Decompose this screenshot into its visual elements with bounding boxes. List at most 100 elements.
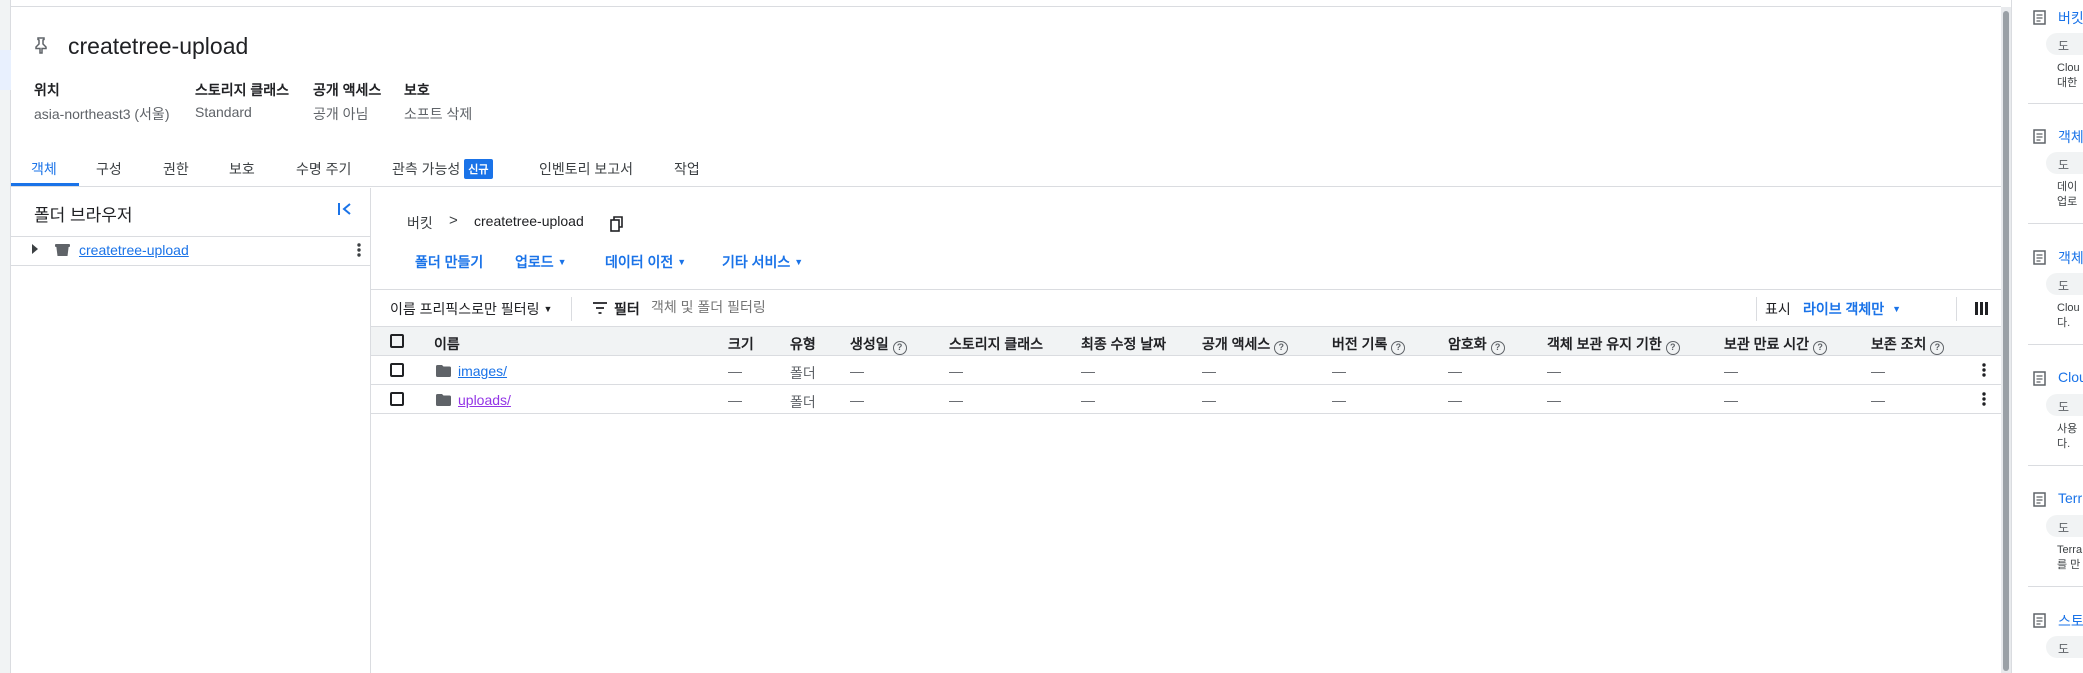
live-objects-label: 라이브 객체만 bbox=[1803, 301, 1885, 317]
doc-item-title[interactable]: Terr bbox=[2058, 490, 2082, 506]
show-label: 표시 bbox=[1765, 301, 1791, 317]
folder-icon bbox=[436, 364, 451, 377]
document-icon bbox=[2033, 371, 2046, 386]
folder-link-uploads[interactable]: uploads/ bbox=[458, 392, 511, 408]
help-icon[interactable]: ? bbox=[892, 341, 907, 355]
bucket-icon bbox=[55, 243, 70, 257]
doc-item-title[interactable]: Clou bbox=[2058, 369, 2083, 385]
table-row[interactable]: uploads/ — 폴더 — — — — — — — — — bbox=[371, 385, 2001, 414]
doc-item-desc-line: 데이 bbox=[2057, 181, 2078, 193]
documentation-panel: 버킷 도 Clou 대한 객체 도 데이업로 객체 도 Clou 다. Clou 도… bbox=[2011, 0, 2083, 673]
scrollbar-thumb[interactable] bbox=[2003, 11, 2009, 671]
document-icon bbox=[2033, 613, 2046, 628]
help-icon[interactable]: ? bbox=[1665, 341, 1680, 355]
folder-link-images[interactable]: images/ bbox=[458, 363, 507, 379]
cell-hold-expiry: — bbox=[1724, 392, 1738, 408]
copy-icon[interactable] bbox=[610, 216, 624, 232]
folder-tree-row[interactable]: createtree-upload bbox=[11, 236, 371, 266]
upload-button[interactable]: 업로드 ▼ bbox=[515, 252, 567, 272]
prefix-filter-dropdown[interactable]: 이름 프리픽스로만 필터링 ▼ bbox=[390, 299, 552, 319]
doc-divider bbox=[2028, 344, 2083, 345]
tab-objects[interactable]: 객체 bbox=[31, 159, 57, 179]
doc-item-title[interactable]: 스토 bbox=[2058, 611, 2083, 631]
cell-type: 폴더 bbox=[790, 394, 816, 410]
help-icon[interactable]: ? bbox=[1930, 341, 1945, 355]
tab-configuration[interactable]: 구성 bbox=[96, 159, 122, 179]
col-hold-expiry[interactable]: 보관 만료 시간? bbox=[1724, 334, 1828, 355]
doc-item-title[interactable]: 객체 bbox=[2058, 248, 2083, 268]
pin-icon[interactable] bbox=[34, 36, 48, 54]
doc-item-title[interactable]: 객체 bbox=[2058, 127, 2083, 147]
meta-storage-label: 스토리지 클래스 bbox=[195, 82, 290, 98]
col-modified[interactable]: 최종 수정 날짜 bbox=[1081, 334, 1166, 354]
select-all-checkbox[interactable] bbox=[390, 334, 404, 348]
col-public-access[interactable]: 공개 액세스? bbox=[1202, 334, 1289, 355]
col-hold[interactable]: 보존 조치? bbox=[1871, 334, 1945, 355]
upload-label: 업로드 bbox=[515, 254, 554, 270]
create-folder-button[interactable]: 폴더 만들기 bbox=[415, 252, 483, 272]
col-size[interactable]: 크기 bbox=[728, 334, 754, 354]
doc-item-chip: 도 bbox=[2046, 515, 2083, 537]
more-vert-icon[interactable] bbox=[1982, 362, 1986, 383]
cell-created: — bbox=[850, 363, 864, 379]
help-icon[interactable]: ? bbox=[1274, 341, 1289, 355]
top-divider bbox=[11, 6, 2001, 7]
doc-item-desc: 사용 다. bbox=[2057, 422, 2077, 452]
other-services-button[interactable]: 기타 서비스 ▼ bbox=[722, 252, 803, 272]
doc-item-desc: Clou 다. bbox=[2057, 301, 2080, 331]
meta-protection-value: 소프트 삭제 bbox=[404, 106, 473, 122]
column-divider bbox=[1956, 297, 1957, 321]
col-type[interactable]: 유형 bbox=[790, 334, 816, 354]
meta-location-value: asia-northeast3 (서울) bbox=[34, 106, 170, 122]
table-row[interactable]: images/ — 폴더 — — — — — — — — — bbox=[371, 356, 2001, 385]
col-name[interactable]: 이름 bbox=[434, 334, 460, 354]
row-checkbox[interactable] bbox=[390, 392, 404, 406]
more-vert-icon[interactable] bbox=[1982, 391, 1986, 412]
doc-item-desc-line: 다. bbox=[2057, 317, 2071, 329]
row-checkbox[interactable] bbox=[390, 363, 404, 377]
new-badge: 신규 bbox=[464, 159, 493, 179]
tab-permissions[interactable]: 권한 bbox=[163, 159, 189, 179]
cell-type: 폴더 bbox=[790, 365, 816, 381]
cell-size: — bbox=[728, 392, 742, 408]
tab-observability[interactable]: 관측 가능성 신규 bbox=[392, 159, 493, 179]
cell-created: — bbox=[850, 392, 864, 408]
doc-divider bbox=[2028, 465, 2083, 466]
more-vert-icon[interactable] bbox=[357, 242, 361, 261]
main-scrollbar[interactable] bbox=[2001, 7, 2011, 673]
cell-encryption: — bbox=[1448, 363, 1462, 379]
document-icon bbox=[2033, 492, 2046, 507]
cell-size: — bbox=[728, 363, 742, 379]
folder-icon bbox=[436, 393, 451, 406]
breadcrumb-root[interactable]: 버킷 bbox=[407, 213, 433, 233]
doc-item-desc: 데이 업로 bbox=[2057, 180, 2077, 210]
column-display-icon[interactable] bbox=[1975, 302, 1988, 320]
cell-hold: — bbox=[1871, 392, 1885, 408]
transfer-label: 데이터 이전 bbox=[605, 254, 674, 270]
col-version-history[interactable]: 버전 기록? bbox=[1332, 334, 1406, 355]
col-storage-class[interactable]: 스토리지 클래스 bbox=[949, 334, 1043, 354]
help-icon[interactable]: ? bbox=[1391, 341, 1406, 355]
page-title: createtree-upload bbox=[68, 33, 249, 59]
tab-inventory-reports[interactable]: 인벤토리 보고서 bbox=[539, 159, 633, 179]
col-retention-until[interactable]: 객체 보관 유지 기한? bbox=[1547, 334, 1680, 355]
tab-operations[interactable]: 작업 bbox=[674, 159, 700, 179]
folder-tree-bucket-link[interactable]: createtree-upload bbox=[79, 242, 189, 258]
tab-lifecycle[interactable]: 수명 주기 bbox=[296, 159, 351, 179]
col-encryption[interactable]: 암호화? bbox=[1448, 334, 1505, 355]
expand-arrow-icon[interactable] bbox=[31, 243, 39, 258]
tab-protection[interactable]: 보호 bbox=[229, 159, 255, 179]
doc-item-title[interactable]: 버킷 bbox=[2058, 8, 2083, 28]
other-services-label: 기타 서비스 bbox=[722, 254, 791, 270]
col-created[interactable]: 생성일? bbox=[850, 334, 907, 355]
help-icon[interactable]: ? bbox=[1490, 341, 1505, 355]
filter-input[interactable] bbox=[651, 294, 1051, 320]
help-icon[interactable]: ? bbox=[1813, 341, 1828, 355]
live-objects-dropdown[interactable]: 라이브 객체만 ▼ bbox=[1803, 299, 1901, 319]
collapse-panel-icon[interactable] bbox=[337, 201, 353, 222]
doc-item-desc-line: Clou bbox=[2057, 62, 2080, 74]
table-header: 이름 크기 유형 생성일? 스토리지 클래스 최종 수정 날짜 공개 액세스? … bbox=[371, 326, 2001, 356]
doc-divider bbox=[2028, 223, 2083, 224]
tab-active-indicator bbox=[11, 183, 79, 186]
transfer-data-button[interactable]: 데이터 이전 ▼ bbox=[605, 252, 686, 272]
